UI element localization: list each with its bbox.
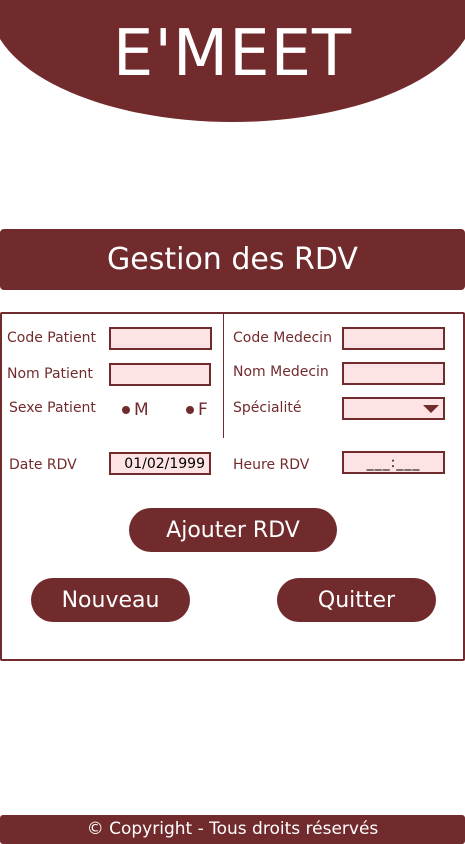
date-rdv-value: 01/02/1999 (124, 456, 205, 472)
sexe-radio-m[interactable]: M (122, 400, 149, 420)
heure-rdv-label: Heure RDV (233, 457, 310, 473)
sexe-radio-f[interactable]: F (186, 400, 208, 420)
radio-dot-icon (122, 406, 130, 414)
code-medecin-label: Code Medecin (233, 330, 332, 346)
heure-rdv-field[interactable]: ___:___ (342, 451, 445, 474)
code-patient-field[interactable] (109, 327, 212, 350)
code-medecin-field[interactable] (342, 327, 445, 350)
nom-medecin-label: Nom Medecin (233, 364, 329, 380)
heure-rdv-value: ___:___ (366, 455, 421, 471)
nom-medecin-input[interactable] (344, 365, 443, 385)
dropdown-arrow-icon (423, 405, 439, 413)
date-rdv-label: Date RDV (9, 457, 77, 473)
quitter-button[interactable]: Quitter (277, 578, 436, 622)
form-column-divider (223, 314, 224, 438)
code-patient-label: Code Patient (7, 330, 97, 346)
app-title: E'MEET (112, 17, 353, 91)
nom-medecin-field[interactable] (342, 362, 445, 385)
section-title: Gestion des RDV (107, 242, 358, 277)
code-medecin-input[interactable] (344, 330, 443, 350)
specialite-select[interactable] (342, 397, 445, 420)
specialite-label: Spécialité (233, 400, 302, 416)
nom-patient-input[interactable] (111, 366, 209, 386)
sexe-patient-label: Sexe Patient (9, 400, 96, 416)
sexe-option-f-label: F (198, 400, 208, 420)
ajouter-rdv-button[interactable]: Ajouter RDV (129, 508, 337, 552)
nom-patient-field[interactable] (109, 363, 211, 386)
code-patient-input[interactable] (111, 330, 210, 350)
radio-dot-icon (186, 406, 194, 414)
nom-patient-label: Nom Patient (7, 366, 93, 382)
copyright-text: © Copyright - Tous droits réservés (86, 819, 379, 839)
date-rdv-field[interactable]: 01/02/1999 (109, 452, 211, 475)
sexe-option-m-label: M (134, 400, 149, 420)
nouveau-button[interactable]: Nouveau (31, 578, 190, 622)
